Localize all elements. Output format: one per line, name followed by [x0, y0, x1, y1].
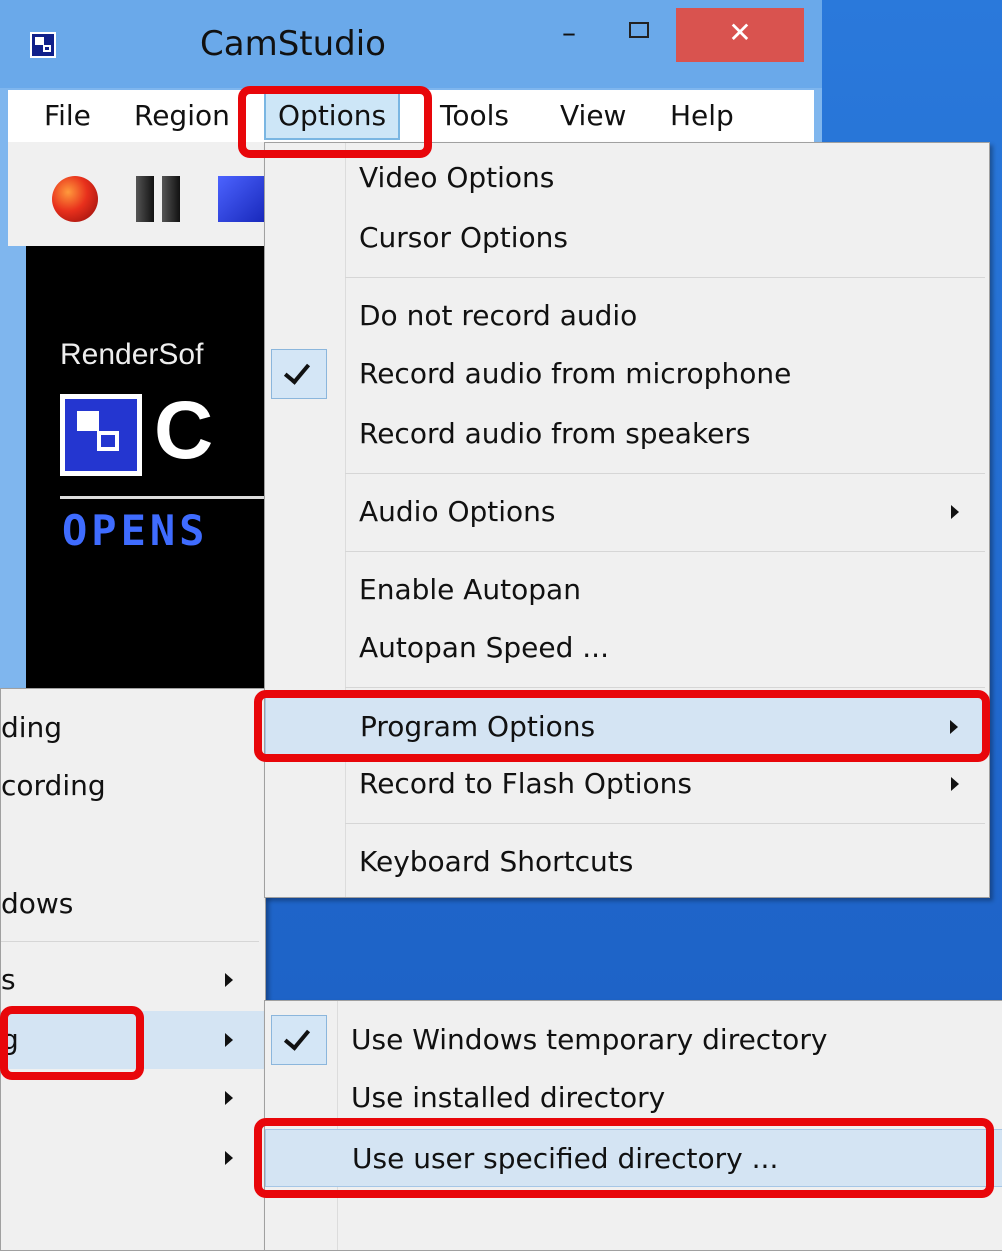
preview-title-text: C [154, 385, 214, 476]
menu-separator [345, 473, 985, 474]
annotation-highlight-options [238, 86, 432, 158]
annotation-highlight-background-item [0, 1006, 144, 1080]
menu-item-temp-directory[interactable]: Use Windows temporary directory [265, 1011, 1002, 1069]
background-menu-item[interactable]: s [1, 951, 265, 1009]
menu-item-label: Record to Flash Options [359, 767, 692, 800]
background-menu-item-label: dows [1, 887, 74, 920]
menu-separator [345, 551, 985, 552]
menu-item-label: Keyboard Shortcuts [359, 845, 634, 878]
menu-tools[interactable]: Tools [440, 90, 509, 142]
menu-separator [345, 823, 985, 824]
menu-item-label: Use Windows temporary directory [351, 1023, 828, 1056]
background-menu-item-label: ding [1, 711, 63, 744]
checkmark-icon [271, 349, 327, 399]
menu-item-label: Audio Options [359, 495, 556, 528]
checkmark-icon [271, 1015, 327, 1065]
menu-item-label: Record audio from speakers [359, 417, 751, 450]
record-icon[interactable] [52, 176, 98, 222]
window-title: CamStudio [200, 24, 386, 64]
menu-separator [345, 277, 985, 278]
camstudio-app-icon[interactable] [30, 32, 56, 58]
background-menu: ding cording dows s g [0, 688, 266, 1251]
preview-pane: RenderSof C OPENS [26, 246, 268, 700]
preview-divider [60, 496, 268, 499]
options-dropdown-menu: Video Options Cursor Options Do not reco… [264, 142, 990, 898]
close-button[interactable]: ✕ [676, 8, 804, 62]
menu-help[interactable]: Help [670, 90, 734, 142]
menu-item-flash-options[interactable]: Record to Flash Options [265, 755, 989, 813]
background-menu-item[interactable]: dows [1, 875, 265, 933]
menu-separator [1, 941, 259, 942]
annotation-highlight-user-directory [254, 1118, 994, 1198]
submenu-arrow-icon [225, 1091, 233, 1105]
pause-icon[interactable] [136, 176, 184, 222]
background-menu-item[interactable]: ding [1, 699, 265, 757]
menu-item-keyboard-shortcuts[interactable]: Keyboard Shortcuts [265, 833, 989, 891]
submenu-arrow-icon [225, 1151, 233, 1165]
background-menu-item[interactable]: cording [1, 757, 265, 815]
menu-item-label: Enable Autopan [359, 573, 581, 606]
background-menu-item-label: cording [1, 769, 106, 802]
menu-item-autopan-speed[interactable]: Autopan Speed ... [265, 619, 989, 677]
background-menu-item[interactable] [1, 1129, 265, 1187]
menu-item-label: Record audio from microphone [359, 357, 792, 390]
submenu-arrow-icon [225, 1033, 233, 1047]
menu-item-enable-autopan[interactable]: Enable Autopan [265, 561, 989, 619]
camstudio-logo-icon [60, 394, 142, 476]
menu-separator [345, 687, 985, 688]
stop-icon[interactable] [218, 176, 268, 222]
menu-item-label: Autopan Speed ... [359, 631, 609, 664]
submenu-arrow-icon [951, 505, 959, 519]
maximize-button[interactable] [610, 8, 668, 62]
menu-item-label: Cursor Options [359, 221, 568, 254]
menu-item-cursor-options[interactable]: Cursor Options [265, 209, 989, 267]
preview-opensource-text: OPENS [62, 506, 209, 555]
annotation-highlight-program-options [254, 690, 990, 762]
submenu-arrow-icon [225, 973, 233, 987]
menu-file[interactable]: File [44, 90, 91, 142]
menu-item-audio-options[interactable]: Audio Options [265, 483, 989, 541]
minimize-button[interactable]: – [540, 8, 598, 62]
title-bar: CamStudio – ✕ [0, 0, 822, 88]
menu-item-label: Do not record audio [359, 299, 638, 332]
menu-item-no-audio[interactable]: Do not record audio [265, 287, 989, 345]
submenu-arrow-icon [951, 777, 959, 791]
menu-region[interactable]: Region [134, 90, 230, 142]
background-menu-item-label: s [1, 963, 16, 996]
preview-brand-text: RenderSof [60, 338, 204, 371]
menu-item-audio-microphone[interactable]: Record audio from microphone [265, 345, 989, 403]
menu-item-audio-speakers[interactable]: Record audio from speakers [265, 405, 989, 463]
maximize-icon [629, 22, 649, 38]
menu-view[interactable]: View [560, 90, 626, 142]
toolbar [8, 142, 268, 246]
